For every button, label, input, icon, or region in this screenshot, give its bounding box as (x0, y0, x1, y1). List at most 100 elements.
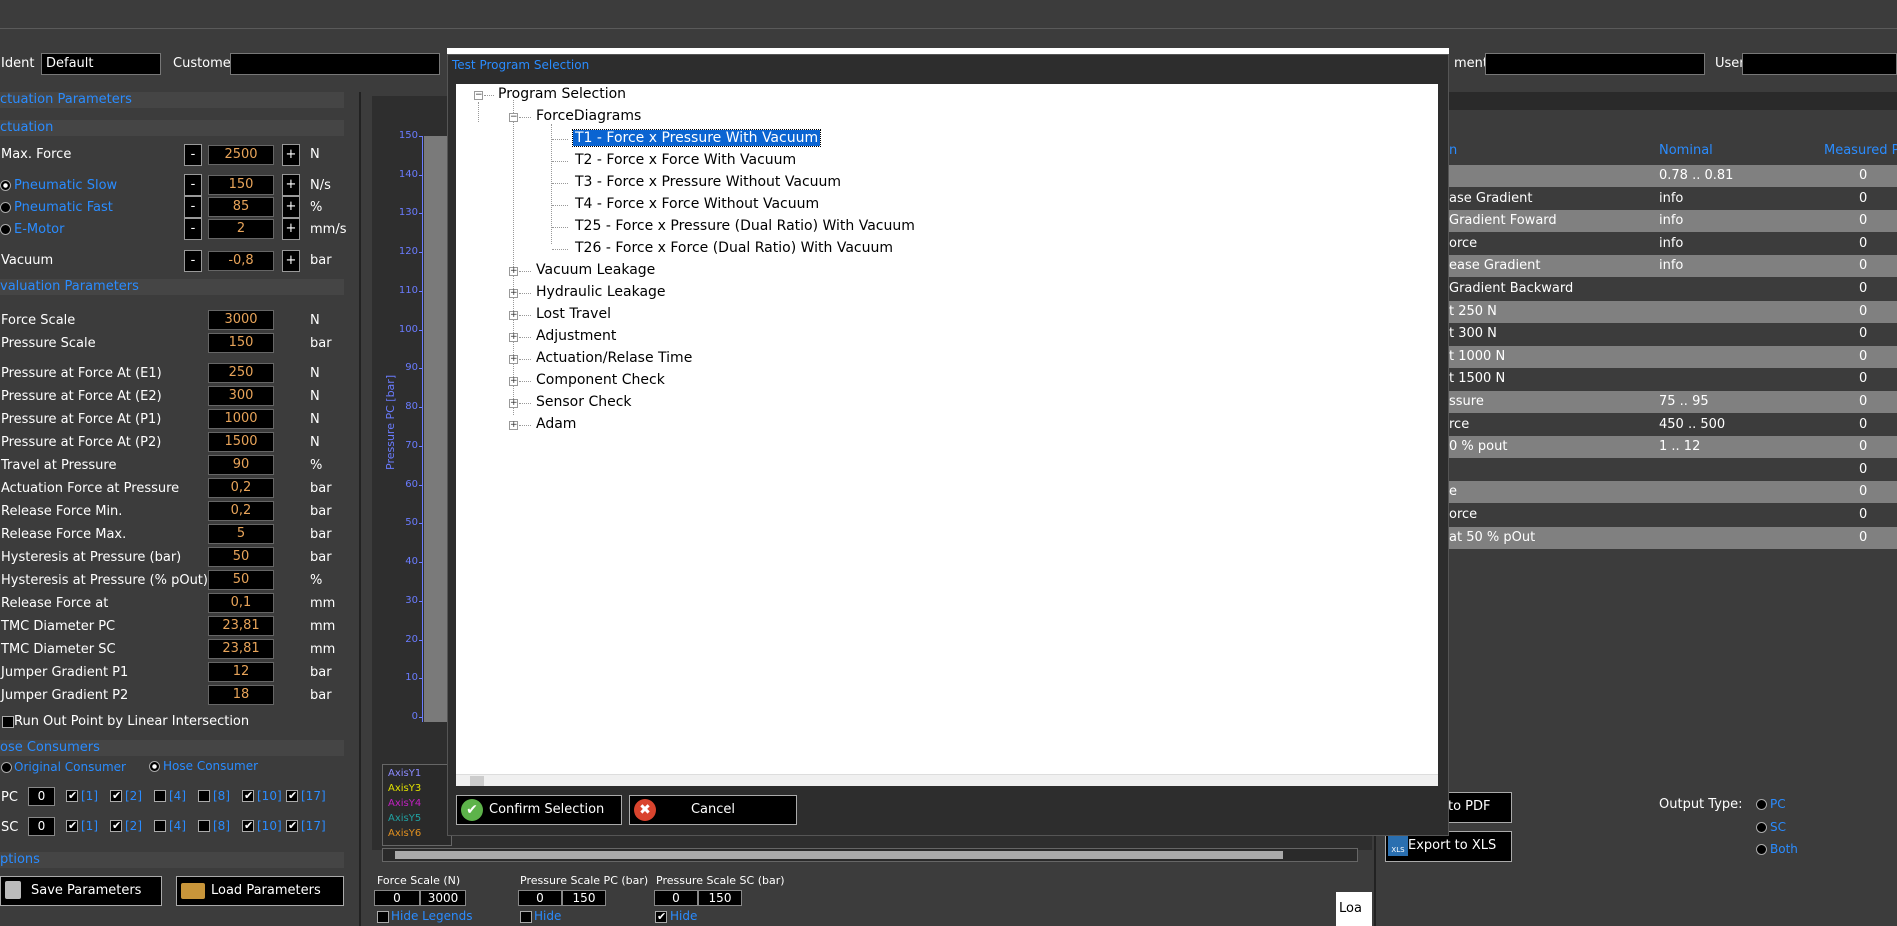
tree-root[interactable]: Program Selection (498, 86, 626, 102)
forcediagrams-collapse-icon[interactable]: − (509, 113, 518, 122)
tree-group-item[interactable]: Actuation/Relase Time (536, 350, 692, 366)
results-row[interactable]: ssure 75 .. 95 0 (1449, 391, 1897, 413)
results-row[interactable]: Gradient Foward info 0 (1449, 210, 1897, 233)
root-collapse-icon[interactable]: − (474, 91, 483, 100)
hide-legends-checkbox[interactable] (377, 911, 389, 923)
pneumatic-slow-plus-button[interactable]: + (282, 174, 300, 196)
consumer-checkbox[interactable] (242, 789, 254, 802)
eval-row-value[interactable]: 250 (208, 363, 274, 383)
tree-program-item[interactable]: T2 - Force x Force With Vacuum (575, 152, 796, 168)
expand-icon[interactable]: + (509, 355, 518, 364)
results-row[interactable]: t 300 N 0 (1449, 323, 1897, 345)
tree-group-item[interactable]: Vacuum Leakage (536, 262, 655, 278)
tree-program-item[interactable]: T4 - Force x Force Without Vacuum (575, 196, 819, 212)
max-force-value[interactable]: 2500 (208, 145, 274, 165)
consumer-checkbox[interactable] (66, 819, 78, 832)
vacuum-plus-button[interactable]: + (282, 250, 300, 272)
results-row[interactable]: rce 450 .. 500 0 (1449, 414, 1897, 436)
pneumatic-slow-value[interactable]: 150 (208, 175, 274, 195)
force-scale-max[interactable]: 3000 (420, 890, 466, 906)
user-input[interactable] (1742, 53, 1897, 75)
consumer-checkbox[interactable] (154, 790, 166, 802)
results-row[interactable]: at 50 % pOut 0 (1449, 526, 1897, 549)
consumer-checkbox[interactable] (286, 819, 298, 832)
results-row[interactable]: 0 (1449, 459, 1897, 481)
eval-row-value[interactable]: 5 (208, 524, 274, 544)
eval-row-value[interactable]: 90 (208, 455, 274, 475)
consumer-checkbox[interactable] (66, 789, 78, 802)
vacuum-value[interactable]: -0,8 (208, 251, 274, 271)
results-row[interactable]: e0 (1449, 481, 1897, 504)
chart-hscrollbar[interactable] (382, 848, 1358, 862)
consumer-checkbox[interactable] (154, 820, 166, 832)
max-force-plus-button[interactable]: + (282, 144, 300, 166)
original-consumer-radio[interactable] (1, 762, 12, 773)
eval-row-value[interactable]: 23,81 (208, 639, 274, 659)
vacuum-minus-button[interactable]: - (184, 250, 202, 272)
max-force-minus-button[interactable]: - (184, 144, 202, 166)
pc-count-input[interactable]: 0 (28, 787, 55, 806)
force-scale-min[interactable]: 0 (374, 890, 420, 906)
results-row[interactable]: ease Gradient info 0 (1449, 255, 1897, 278)
eval-row-value[interactable]: 150 (208, 333, 274, 353)
results-row[interactable]: 0.78 .. 0.81 0 (1449, 165, 1897, 187)
hose-consumer-radio[interactable] (149, 761, 160, 772)
e-motor-radio[interactable] (0, 224, 11, 235)
pneumatic-fast-plus-button[interactable]: + (282, 196, 300, 218)
confirm-selection-button[interactable]: ✔ Confirm Selection (456, 795, 622, 825)
pneumatic-fast-minus-button[interactable]: - (184, 196, 202, 218)
eval-row-value[interactable]: 50 (208, 570, 274, 590)
output-pc-radio[interactable] (1756, 799, 1767, 810)
tree-program-item[interactable]: T25 - Force x Pressure (Dual Ratio) With… (575, 218, 915, 234)
eval-row-value[interactable]: 0,2 (208, 478, 274, 498)
results-row[interactable]: orce 0 (1449, 504, 1897, 526)
tree-program-item[interactable]: T26 - Force x Force (Dual Ratio) With Va… (575, 240, 893, 256)
load-chart-button[interactable]: Loa (1336, 892, 1372, 926)
e-motor-plus-button[interactable]: + (282, 218, 300, 240)
tree-group-item[interactable]: Component Check (536, 372, 665, 388)
pneumatic-fast-radio[interactable] (0, 202, 11, 213)
results-row[interactable]: t 1500 N 0 (1449, 368, 1897, 390)
expand-icon[interactable]: + (509, 421, 518, 430)
chart-scroll-thumb[interactable] (395, 851, 1283, 859)
eval-row-value[interactable]: 0,1 (208, 593, 274, 613)
consumer-checkbox[interactable] (242, 819, 254, 832)
consumer-checkbox[interactable] (110, 819, 122, 832)
e-motor-minus-button[interactable]: - (184, 218, 202, 240)
ident-input[interactable]: Default (41, 53, 161, 75)
save-parameters-button[interactable]: Save Parameters (0, 876, 162, 906)
eval-row-value[interactable]: 300 (208, 386, 274, 406)
results-row[interactable]: t 250 N 0 (1449, 300, 1897, 323)
tree-hscrollbar[interactable] (456, 774, 1438, 786)
results-row[interactable]: ase Gradient info 0 (1449, 188, 1897, 210)
hide-sc-checkbox[interactable] (655, 910, 667, 923)
load-parameters-button[interactable]: Load Parameters (176, 876, 344, 906)
tree-group-item[interactable]: Sensor Check (536, 394, 632, 410)
tree-scroll-thumb[interactable] (470, 776, 484, 786)
eval-row-value[interactable]: 23,81 (208, 616, 274, 636)
eval-row-value[interactable]: 1000 (208, 409, 274, 429)
e-motor-value[interactable]: 2 (208, 219, 274, 239)
pressure-pc-min[interactable]: 0 (518, 890, 562, 906)
consumer-checkbox[interactable] (198, 790, 210, 802)
pressure-pc-max[interactable]: 150 (562, 890, 606, 906)
expand-icon[interactable]: + (509, 399, 518, 408)
expand-icon[interactable]: + (509, 311, 518, 320)
expand-icon[interactable]: + (509, 333, 518, 342)
expand-icon[interactable]: + (509, 289, 518, 298)
consumer-checkbox[interactable] (286, 789, 298, 802)
eval-row-value[interactable]: 1500 (208, 432, 274, 452)
run-out-checkbox[interactable] (2, 716, 14, 728)
tree-group-item[interactable]: Hydraulic Leakage (536, 284, 666, 300)
pneumatic-slow-radio[interactable] (0, 180, 11, 191)
expand-icon[interactable]: + (509, 377, 518, 386)
tree-group-item[interactable]: Lost Travel (536, 306, 611, 322)
tree-program-item[interactable]: T3 - Force x Pressure Without Vacuum (575, 174, 841, 190)
output-both-radio[interactable] (1756, 844, 1767, 855)
tree-program-item[interactable]: T1 - Force x Pressure With Vacuum (571, 129, 822, 147)
eval-row-value[interactable]: 3000 (208, 310, 274, 330)
eval-row-value[interactable]: 12 (208, 662, 274, 682)
customer-input[interactable] (230, 53, 440, 75)
sc-count-input[interactable]: 0 (28, 817, 55, 836)
consumer-checkbox[interactable] (198, 820, 210, 832)
